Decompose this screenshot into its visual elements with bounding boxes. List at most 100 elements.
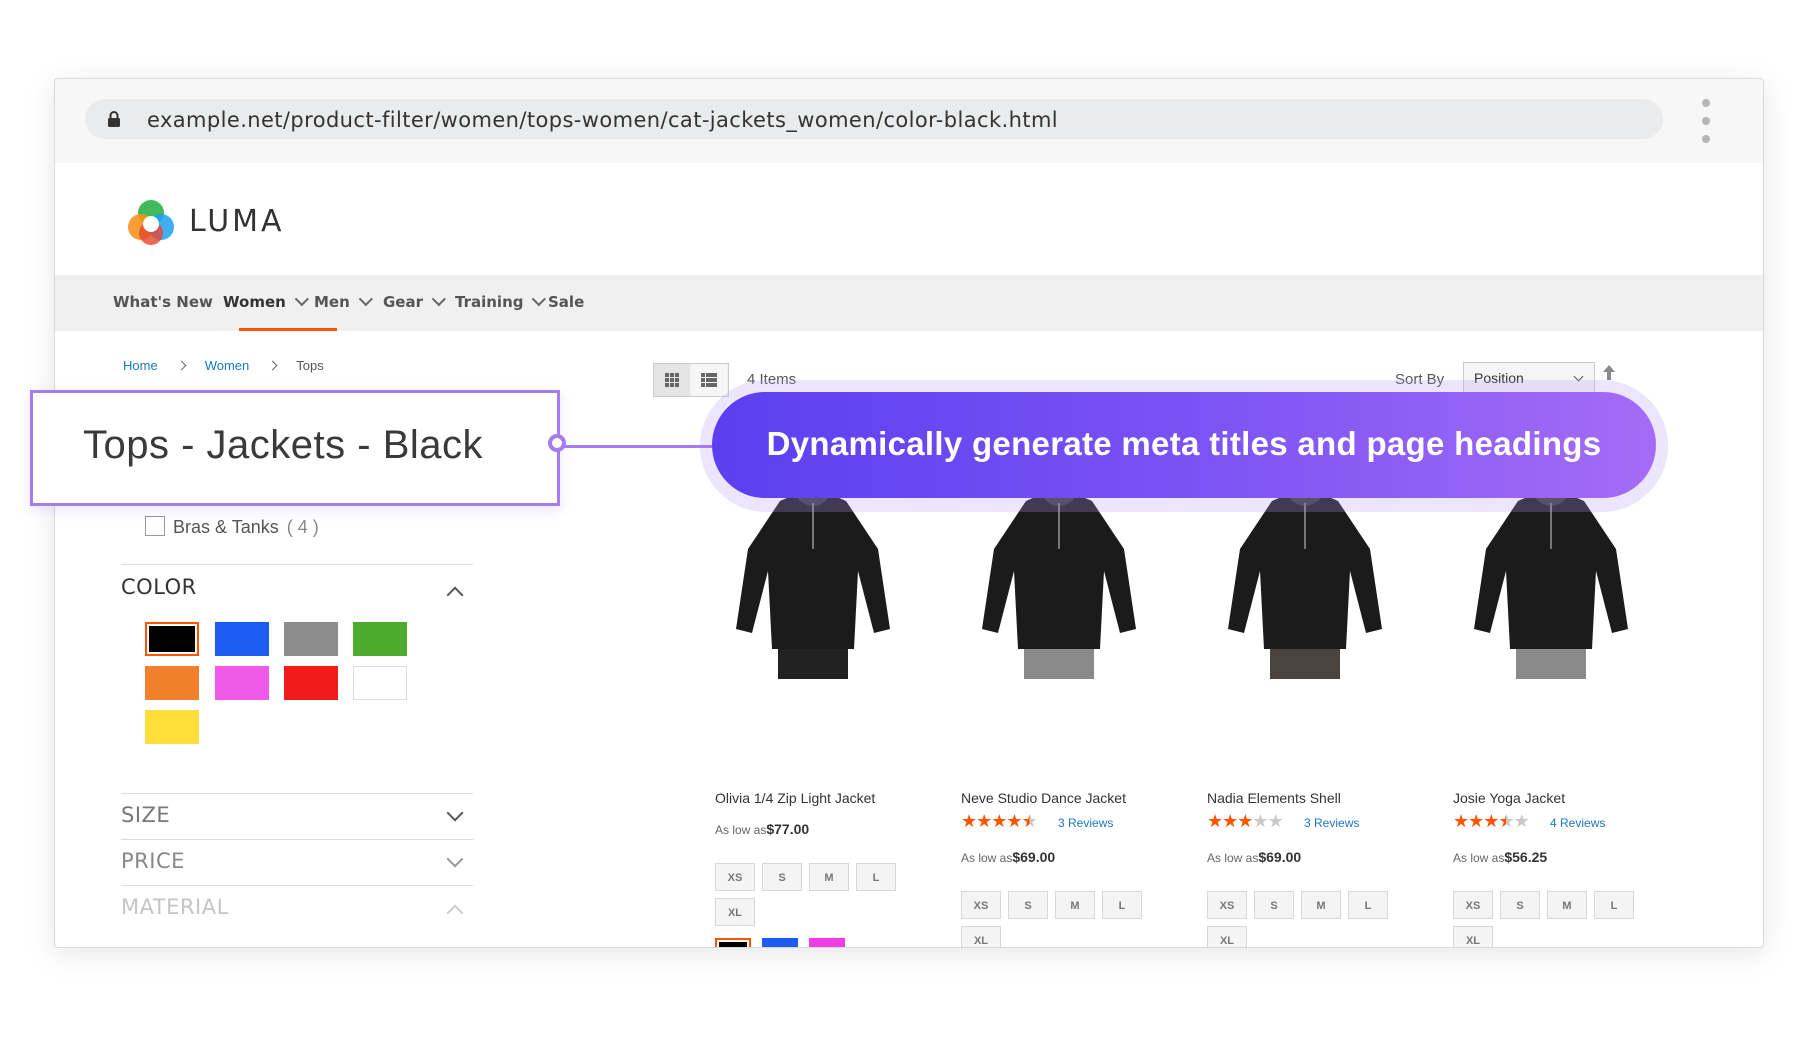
size-option[interactable]: M: [1301, 891, 1341, 919]
color-swatch[interactable]: [284, 622, 338, 656]
filter-color-title[interactable]: COLOR: [121, 575, 197, 599]
size-option[interactable]: XS: [1207, 891, 1247, 919]
as-low-as-label: As low as: [1207, 851, 1259, 865]
size-option[interactable]: XS: [715, 863, 755, 891]
list-icon: [701, 373, 717, 387]
chevron-down-icon: [431, 292, 446, 307]
size-option[interactable]: S: [1008, 891, 1048, 919]
chevron-up-icon[interactable]: [446, 586, 464, 604]
color-swatch[interactable]: [284, 666, 338, 700]
list-view-button[interactable]: [691, 364, 727, 396]
page-title: Tops - Jackets - Black: [83, 423, 484, 467]
breadcrumb-women[interactable]: Women: [205, 358, 250, 373]
price-value: $77.00: [766, 821, 810, 837]
product-color-swatch[interactable]: [715, 938, 751, 947]
browser-window: example.net/product-filter/women/tops-wo…: [54, 78, 1764, 948]
main-navigation: What's New Women Men Gear Training Sale: [55, 275, 1763, 331]
size-option[interactable]: L: [1594, 891, 1634, 919]
star-icon: ★: [1222, 811, 1238, 831]
filter-material-title[interactable]: MATERIAL: [121, 895, 229, 919]
product-name[interactable]: Josie Yoga Jacket: [1453, 790, 1565, 806]
browser-menu-icon[interactable]: [1702, 99, 1712, 145]
size-option[interactable]: L: [1348, 891, 1388, 919]
star-icon: ★: [1483, 811, 1499, 831]
feature-banner-text: Dynamically generate meta titles and pag…: [766, 425, 1602, 462]
star-icon: ★: [1021, 811, 1038, 831]
divider: [121, 885, 473, 886]
size-option[interactable]: M: [1055, 891, 1095, 919]
product-price: As low as$77.00: [715, 821, 809, 837]
reviews-link[interactable]: 3 Reviews: [1304, 816, 1359, 830]
breadcrumb-home[interactable]: Home: [123, 358, 158, 373]
checkbox[interactable]: [145, 516, 165, 536]
lock-icon: [108, 111, 120, 127]
color-swatch[interactable]: [145, 710, 199, 744]
feature-banner: Dynamically generate meta titles and pag…: [712, 392, 1656, 498]
divider: [121, 839, 473, 840]
browser-toolbar: example.net/product-filter/women/tops-wo…: [55, 79, 1763, 163]
size-option[interactable]: L: [856, 863, 896, 891]
grid-view-button[interactable]: [654, 364, 690, 396]
product-color-swatch[interactable]: [809, 938, 845, 947]
product-price: As low as$69.00: [961, 849, 1055, 865]
reviews-link[interactable]: 3 Reviews: [1058, 816, 1113, 830]
luma-logo-icon[interactable]: [125, 197, 177, 249]
product-name[interactable]: Olivia 1/4 Zip Light Jacket: [715, 790, 875, 806]
size-option[interactable]: XS: [961, 891, 1001, 919]
chevron-down-icon: [532, 292, 547, 307]
nav-women[interactable]: Women: [223, 292, 309, 311]
chevron-down-icon[interactable]: [446, 850, 464, 868]
size-option[interactable]: XL: [961, 926, 1001, 947]
star-icon: ★: [1252, 811, 1268, 831]
as-low-as-label: As low as: [715, 823, 767, 837]
chevron-down-icon: [294, 292, 309, 307]
nav-label: Sale: [548, 293, 585, 311]
color-swatch[interactable]: [215, 666, 269, 700]
nav-whats-new[interactable]: What's New: [113, 293, 213, 311]
product-name[interactable]: Neve Studio Dance Jacket: [961, 790, 1126, 806]
nav-gear[interactable]: Gear: [383, 292, 446, 311]
view-mode-toggle: [653, 363, 729, 397]
color-swatch[interactable]: [353, 666, 407, 700]
chevron-up-icon[interactable]: [446, 904, 464, 922]
filter-price-title[interactable]: PRICE: [121, 849, 185, 873]
nav-sale[interactable]: Sale: [548, 293, 584, 311]
size-option[interactable]: XL: [715, 898, 755, 926]
star-icon: ★: [1207, 811, 1223, 831]
size-option[interactable]: S: [1500, 891, 1540, 919]
size-option[interactable]: M: [809, 863, 849, 891]
color-swatch[interactable]: [145, 666, 199, 700]
size-option[interactable]: S: [1254, 891, 1294, 919]
nav-training[interactable]: Training: [455, 292, 547, 311]
nav-label: Gear: [383, 293, 424, 311]
brand-name[interactable]: LUMA: [189, 204, 285, 239]
reviews-link[interactable]: 4 Reviews: [1550, 816, 1605, 830]
chevron-right-icon: [176, 360, 187, 371]
nav-men[interactable]: Men: [314, 292, 373, 311]
size-option[interactable]: L: [1102, 891, 1142, 919]
grid-icon: [665, 373, 679, 387]
filter-option-count: ( 4 ): [286, 517, 319, 537]
product-price: As low as$56.25: [1453, 849, 1547, 865]
star-icon: ★: [1006, 811, 1022, 831]
size-option[interactable]: M: [1547, 891, 1587, 919]
color-swatch[interactable]: [145, 622, 199, 656]
nav-label: Women: [223, 293, 286, 311]
star-icon: ★: [1453, 811, 1469, 831]
size-option[interactable]: S: [762, 863, 802, 891]
size-option[interactable]: XL: [1207, 926, 1247, 947]
size-option[interactable]: XS: [1453, 891, 1493, 919]
filter-size-title[interactable]: SIZE: [121, 803, 170, 827]
product-color-swatch[interactable]: [762, 938, 798, 947]
star-icon: ★: [991, 811, 1007, 831]
chevron-down-icon[interactable]: [446, 804, 464, 822]
star-icon: ★: [1513, 811, 1530, 831]
product-price: As low as$69.00: [1207, 849, 1301, 865]
color-swatch[interactable]: [353, 622, 407, 656]
callout-connector: [560, 445, 712, 448]
filter-option-bras-tanks[interactable]: Bras & Tanks ( 4 ): [145, 516, 319, 538]
product-name[interactable]: Nadia Elements Shell: [1207, 790, 1341, 806]
size-option[interactable]: XL: [1453, 926, 1493, 947]
color-swatch[interactable]: [215, 622, 269, 656]
address-bar[interactable]: example.net/product-filter/women/tops-wo…: [85, 99, 1663, 139]
